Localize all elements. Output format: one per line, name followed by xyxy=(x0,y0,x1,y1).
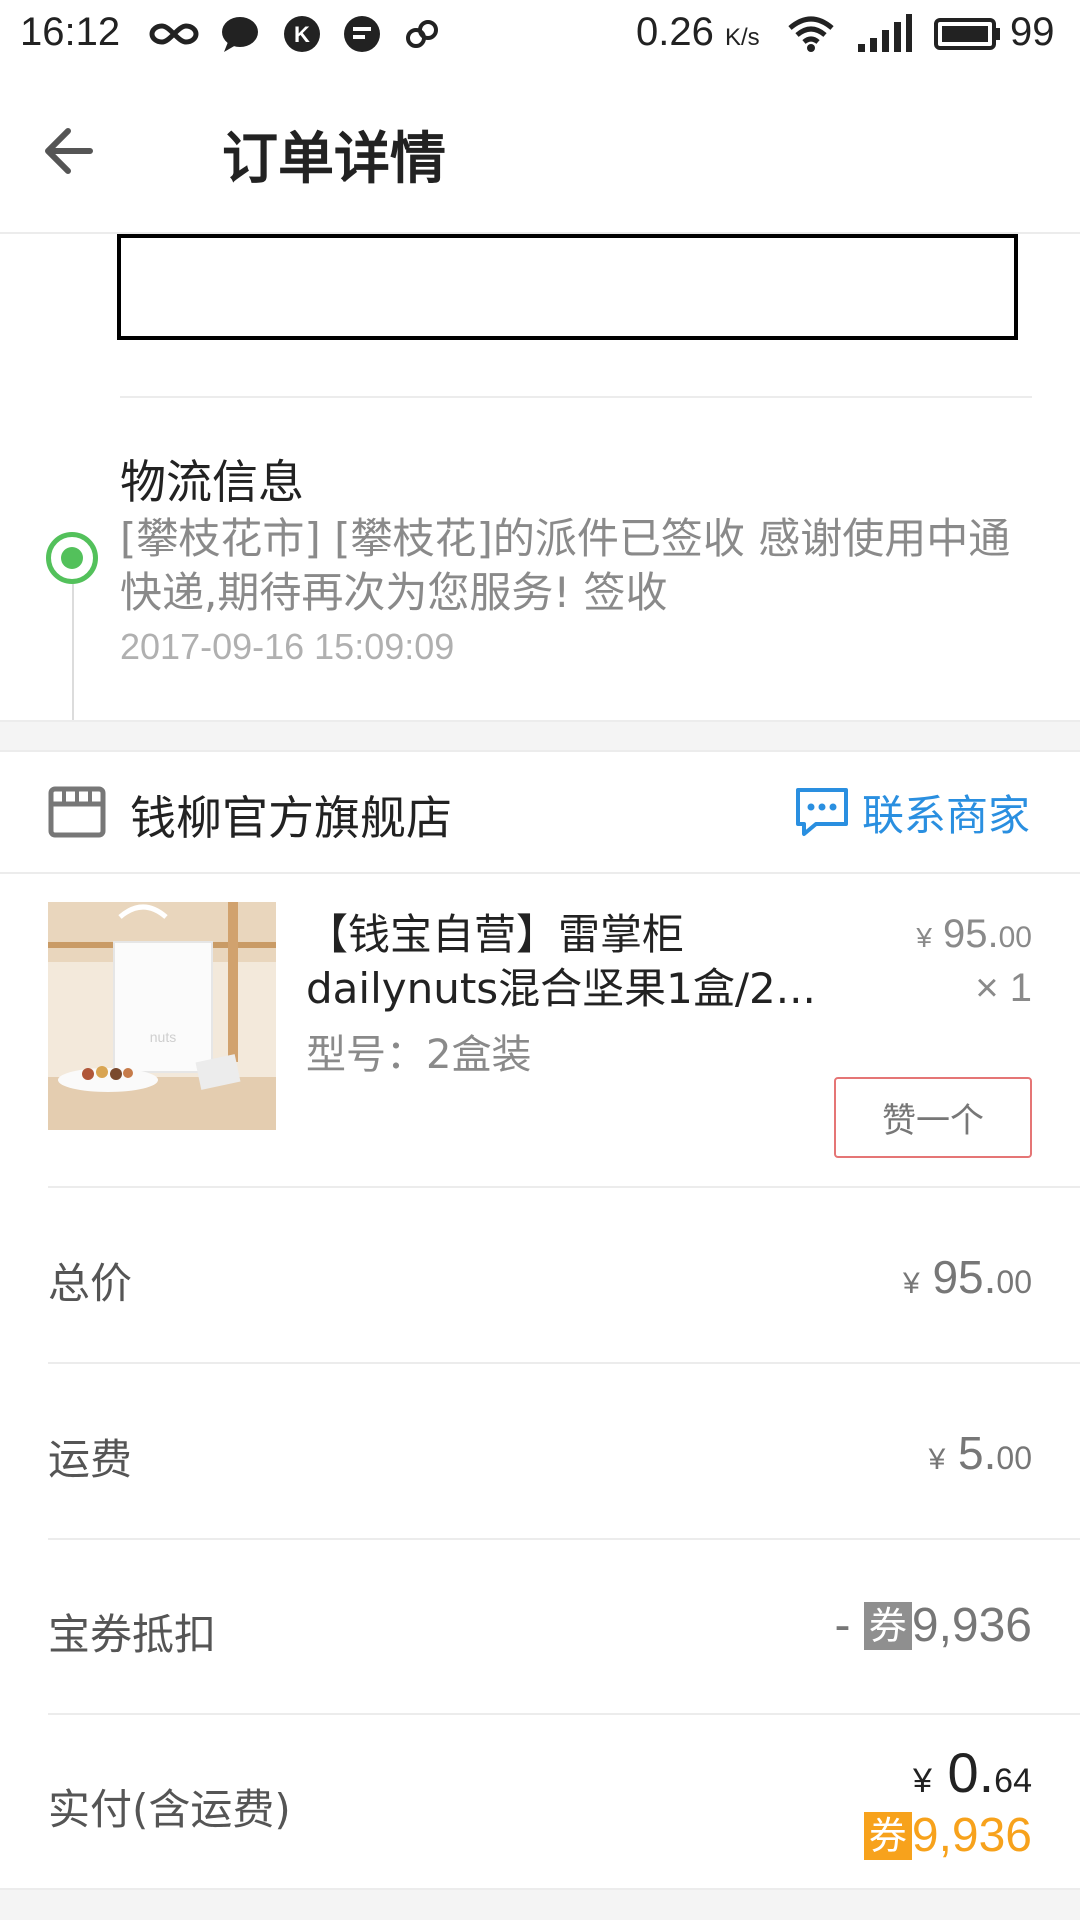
product-title-line2: dailynuts混合坚果1盒/2... xyxy=(306,964,816,1013)
redacted-address-box xyxy=(117,234,1018,340)
svg-text:nuts: nuts xyxy=(150,1029,176,1045)
battery-icon xyxy=(934,18,1000,50)
nav-header: 订单详情 xyxy=(0,66,1080,234)
coupon-deduction-label: 宝券抵扣 xyxy=(48,1610,217,1659)
product-photo: nuts xyxy=(48,902,276,1130)
link-app-icon xyxy=(406,20,438,48)
product-title[interactable]: 【钱宝自营】雷掌柜 dailynuts混合坚果1盒/2... xyxy=(306,908,826,1016)
product-image[interactable]: nuts xyxy=(48,902,276,1130)
divider xyxy=(48,1186,1080,1188)
logistics-time: 2017-09-16 15:09:09 xyxy=(120,626,455,667)
svg-text:K: K xyxy=(294,22,310,47)
store-icon xyxy=(48,786,106,838)
paid-coupon-value: 券 9,936 xyxy=(863,1808,1032,1863)
timeline-status-dot-icon xyxy=(46,532,98,584)
wifi-icon xyxy=(788,16,834,52)
shipping-label: 运费 xyxy=(48,1435,133,1484)
divider xyxy=(48,1362,1080,1364)
shipping-value: ¥ 5.00 xyxy=(928,1427,1032,1479)
divider xyxy=(0,872,1080,874)
product-price: ¥ 95.00 xyxy=(916,912,1032,956)
product-quantity: × 1 xyxy=(975,966,1032,1010)
battery-level: 99 xyxy=(1010,10,1055,54)
message-app-icon xyxy=(344,16,380,52)
divider xyxy=(48,1713,1080,1715)
product-spec: 型号：2盒装 xyxy=(306,1032,532,1078)
k-app-icon: K xyxy=(284,16,320,52)
contact-merchant-label: 联系商家 xyxy=(862,790,1031,840)
network-speed: 0.26 K/s xyxy=(636,10,760,54)
chat-icon xyxy=(796,788,848,836)
contact-merchant-button[interactable]: 联系商家 xyxy=(794,782,1030,842)
divider xyxy=(48,1538,1080,1540)
divider xyxy=(120,396,1032,398)
infinity-icon xyxy=(149,23,199,45)
bottom-gap xyxy=(0,1888,1080,1920)
like-button[interactable]: 赞一个 xyxy=(834,1077,1032,1158)
store-name[interactable]: 钱柳官方旗舰店 xyxy=(130,782,452,848)
coupon-badge-icon: 券 xyxy=(863,1812,912,1860)
total-price-value: ¥ 95.00 xyxy=(902,1251,1032,1303)
chat-bubble-icon xyxy=(222,17,258,52)
paid-value: ¥ 0.64 xyxy=(912,1741,1032,1804)
status-time: 16:12 xyxy=(20,10,121,54)
signal-icon xyxy=(858,14,912,52)
coupon-deduction-value: - 券 9,936 xyxy=(834,1599,1032,1652)
logistics-title: 物流信息 xyxy=(120,455,304,509)
logistics-message[interactable]: [攀枝花市] [攀枝花]的派件已签收 感谢使用中通快递,期待再次为您服务! 签收 xyxy=(120,512,1020,620)
status-bar: 16:12 K 0.26 K/s 99 xyxy=(0,0,1080,66)
coupon-badge-icon: 券 xyxy=(863,1602,912,1650)
arrow-left-icon[interactable] xyxy=(36,116,106,186)
paid-label: 实付(含运费) xyxy=(48,1785,291,1834)
total-price-label: 总价 xyxy=(48,1259,133,1308)
section-gap xyxy=(0,720,1080,752)
product-title-line1: 【钱宝自营】雷掌柜 xyxy=(306,910,685,959)
page-title: 订单详情 xyxy=(222,127,446,192)
